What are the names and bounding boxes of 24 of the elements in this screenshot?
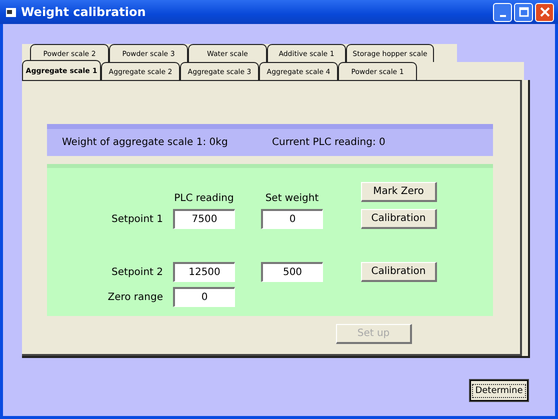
mark-zero-button[interactable]: Mark Zero bbox=[361, 182, 437, 202]
close-icon bbox=[540, 7, 550, 17]
weight-readout: Weight of aggregate scale 1: 0kg bbox=[62, 137, 229, 148]
calibration-button[interactable]: Calibration bbox=[361, 209, 437, 229]
window-title: Weight calibration bbox=[21, 5, 147, 19]
determine-button[interactable]: Determine bbox=[470, 380, 528, 401]
plc-readout: Current PLC reading: 0 bbox=[272, 137, 386, 148]
maximize-button[interactable] bbox=[514, 2, 533, 22]
minimize-icon bbox=[500, 14, 506, 16]
zero-range-label: Zero range bbox=[106, 292, 164, 302]
setpoint-label: Setpoint 2 bbox=[110, 266, 164, 278]
minimize-button[interactable] bbox=[493, 2, 512, 22]
maximize-icon bbox=[518, 7, 528, 17]
plc-reading-field[interactable]: 12500 bbox=[173, 262, 235, 282]
set-weight-field[interactable]: 500 bbox=[261, 262, 323, 282]
zero-range-field[interactable]: 0 bbox=[173, 287, 235, 307]
calibration-button[interactable]: Calibration bbox=[361, 262, 437, 282]
column-header: Set weight bbox=[264, 193, 320, 204]
column-header: PLC reading bbox=[173, 193, 235, 204]
plc-reading-field[interactable]: 7500 bbox=[173, 209, 235, 229]
setpoint-label: Setpoint 1 bbox=[110, 214, 164, 224]
window-icon bbox=[5, 6, 17, 18]
close-button[interactable] bbox=[535, 2, 554, 22]
set-weight-field[interactable]: 0 bbox=[261, 209, 323, 229]
